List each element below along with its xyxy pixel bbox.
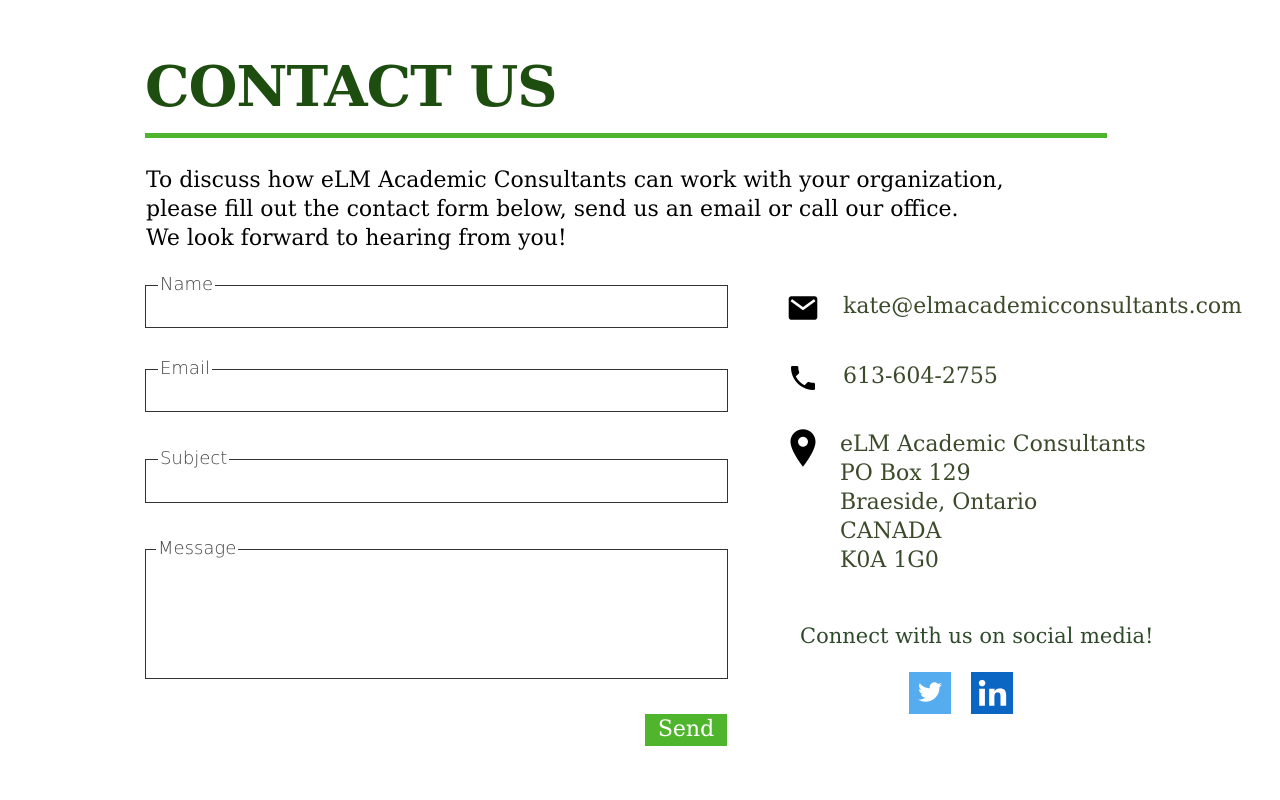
subject-field-group: Subject [145, 450, 728, 503]
email-input[interactable] [146, 378, 727, 405]
linkedin-icon[interactable] [971, 672, 1013, 714]
intro-line: please fill out the contact form below, … [146, 197, 959, 222]
phone-link[interactable]: 613-604-2755 [843, 362, 998, 391]
send-button[interactable]: Send [645, 714, 727, 746]
social-heading: Connect with us on social media! [800, 624, 1154, 648]
address-line: CANADA [840, 519, 942, 544]
message-field-group: Message [145, 540, 728, 679]
phone-icon [785, 360, 821, 396]
address-line: Braeside, Ontario [840, 490, 1038, 515]
address-line: K0A 1G0 [840, 548, 939, 573]
message-textarea[interactable] [146, 558, 727, 668]
intro-line: To discuss how eLM Academic Consultants … [146, 168, 1004, 193]
name-field-group: Name [145, 276, 728, 328]
email-contact: kate@elmacademicconsultants.com [785, 290, 1242, 326]
phone-contact: 613-604-2755 [785, 360, 998, 396]
twitter-icon[interactable] [909, 672, 951, 714]
intro-line: We look forward to hearing from you! [146, 226, 567, 251]
email-label: Email [160, 358, 210, 379]
address-line: eLM Academic Consultants [840, 432, 1146, 457]
intro-text: To discuss how eLM Academic Consultants … [146, 166, 1066, 253]
email-link[interactable]: kate@elmacademicconsultants.com [843, 292, 1242, 321]
location-pin-icon [785, 429, 821, 467]
address-line: PO Box 129 [840, 461, 971, 486]
name-input[interactable] [146, 294, 727, 321]
subject-label: Subject [160, 448, 228, 469]
address-block: eLM Academic Consultants PO Box 129 Brae… [840, 430, 1146, 575]
name-label: Name [160, 274, 214, 295]
title-divider [145, 133, 1107, 138]
subject-input[interactable] [146, 468, 727, 495]
page-title: CONTACT US [145, 54, 558, 120]
email-field-group: Email [145, 360, 728, 412]
mail-icon [785, 290, 821, 326]
message-label: Message [158, 538, 237, 559]
address-contact: eLM Academic Consultants PO Box 129 Brae… [785, 429, 1146, 575]
